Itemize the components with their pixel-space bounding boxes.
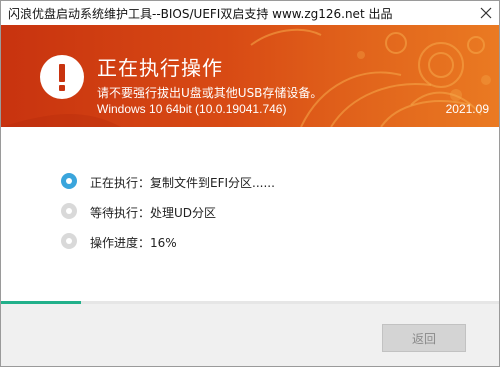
- step-status-indicator: [61, 233, 77, 249]
- footer-bar: 返回: [1, 304, 499, 366]
- step-status-indicator: [61, 173, 77, 189]
- exclamation-icon: [59, 64, 65, 91]
- header-banner: 正在执行操作 请不要强行拔出U盘或其他USB存储设备。 Windows 10 6…: [1, 25, 499, 127]
- window-title: 闪浪优盘启动系统维护工具--BIOS/UEFI双启支持 www.zg126.ne…: [8, 7, 393, 21]
- step-status-indicator: [61, 203, 77, 219]
- warning-badge: [40, 55, 84, 99]
- installer-window: 闪浪优盘启动系统维护工具--BIOS/UEFI双启支持 www.zg126.ne…: [0, 0, 500, 367]
- title-bar: 闪浪优盘启动系统维护工具--BIOS/UEFI双启支持 www.zg126.ne…: [1, 1, 499, 25]
- step-label: 等待执行：处理UD分区: [90, 206, 217, 220]
- usb-warning-text: 请不要强行拔出U盘或其他USB存储设备。: [97, 86, 323, 100]
- step-label: 正在执行：复制文件到EFI分区......: [90, 176, 275, 190]
- os-version: Windows 10 64bit (10.0.19041.746): [97, 102, 287, 116]
- operation-headline: 正在执行操作: [97, 56, 223, 80]
- build-date: 2021.09: [445, 102, 489, 116]
- close-icon[interactable]: [477, 4, 495, 22]
- back-button[interactable]: 返回: [382, 324, 466, 352]
- step-label: 操作进度：16%: [90, 236, 177, 250]
